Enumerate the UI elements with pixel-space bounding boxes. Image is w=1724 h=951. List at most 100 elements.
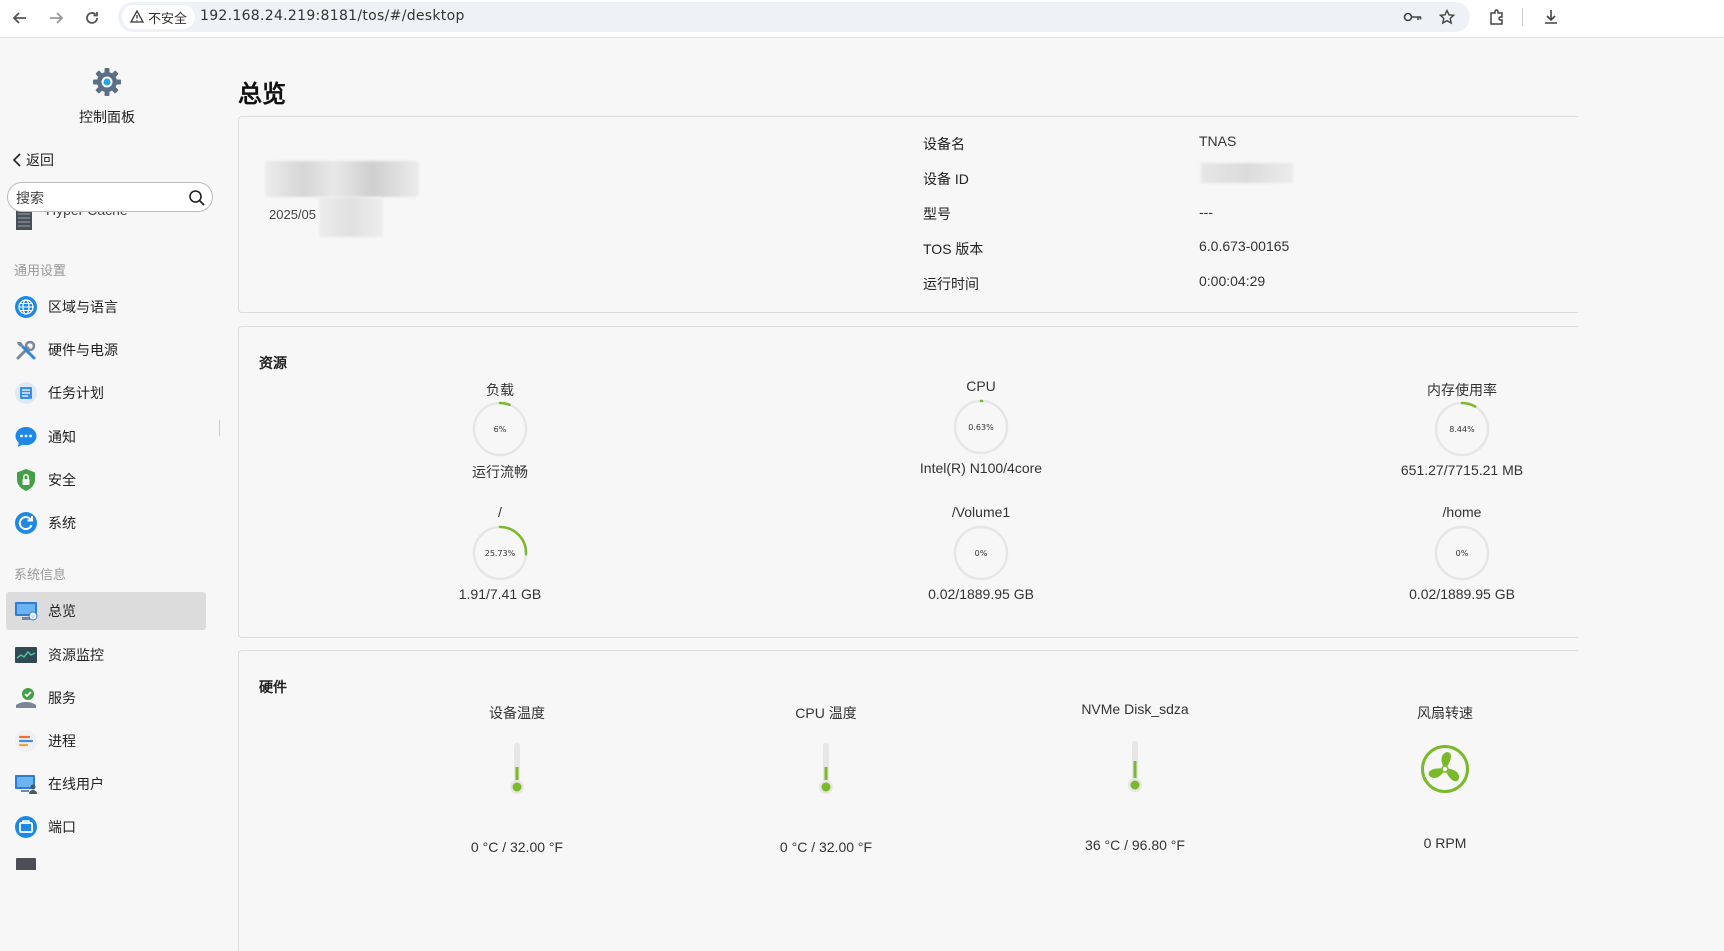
app-header: 控制面板 — [70, 66, 144, 127]
sidebar-item-label: 硬件与电源 — [48, 342, 118, 358]
sidebar-item-label: 总览 — [48, 603, 76, 619]
hardware-title: 硬件 — [259, 679, 287, 695]
hardware-card: 硬件 设备温度 0 °C / 32.00 °F CPU 温度 0 °C / 32… — [238, 650, 1578, 951]
gauge-value: 6% — [494, 425, 507, 434]
hw-value: 0 °C / 32.00 °F — [779, 839, 873, 855]
sidebar-item-process[interactable]: 进程 — [6, 722, 206, 760]
sidebar-item-next-partial[interactable] — [6, 850, 206, 870]
sidebar-item-hardware-power[interactable]: 硬件与电源 — [6, 331, 206, 369]
sidebar-item-security[interactable]: 安全 — [6, 461, 206, 499]
monitor-icon: i — [14, 599, 38, 623]
search-box[interactable] — [7, 182, 213, 212]
url-text[interactable]: 192.168.24.219:8181/tos/#/desktop — [200, 8, 465, 24]
sidebar-item-task-schedule[interactable]: 任务计划 — [6, 374, 206, 412]
key-icon[interactable] — [1402, 6, 1424, 28]
back-arrow-icon[interactable] — [6, 4, 34, 32]
folder-icon — [14, 850, 38, 870]
sidebar-item-label: 资源监控 — [48, 647, 104, 663]
reload-icon[interactable] — [78, 4, 106, 32]
sidebar-item-resource-monitor[interactable]: 资源监控 — [6, 636, 206, 674]
gauge-label: 负载 — [486, 382, 514, 398]
page-title: 总览 — [238, 81, 286, 108]
info-value-tos-version: 6.0.673-00165 — [1199, 238, 1290, 254]
gauge-memory: 内存使用率 8.44% 651.27/7715.21 MB — [1372, 380, 1552, 478]
gauge-value: 0% — [1456, 549, 1469, 558]
info-label-device-id: 设备 ID — [923, 171, 969, 187]
sidebar-item-services[interactable]: 服务 — [6, 679, 206, 717]
gauge-sub: 运行流畅 — [472, 464, 528, 480]
load-gauge: 6% — [472, 401, 528, 457]
forward-arrow-icon[interactable] — [42, 4, 70, 32]
chart-monitor-icon — [14, 643, 38, 667]
sidebar-item-label: 服务 — [48, 690, 76, 706]
resources-title: 资源 — [259, 355, 287, 371]
hw-label: NVMe Disk_sdza — [1081, 701, 1189, 717]
search-input[interactable] — [16, 188, 186, 208]
info-value-model: --- — [1199, 204, 1213, 220]
sidebar-item-online-users[interactable]: 在线用户 — [6, 765, 206, 803]
device-info-card: 2025/05 设备名 TNAS 设备 ID 型号 --- TOS 版本 6.0… — [238, 116, 1578, 313]
gauge-volume1: /Volume1 0% 0.02/1889.95 GB — [891, 504, 1071, 602]
root-disk-gauge: 25.73% — [472, 525, 528, 581]
sidebar: 控制面板 返回 Hyper Cache 通用设置 区域与语言 硬件与电源 任务计… — [0, 38, 220, 951]
security-chip[interactable]: 不安全 — [122, 5, 196, 29]
search-icon[interactable] — [188, 189, 206, 207]
gauge-sub: Intel(R) N100/4core — [919, 460, 1043, 476]
hw-label: 设备温度 — [489, 705, 545, 721]
thermometer-icon — [819, 743, 833, 794]
task-list-icon — [14, 381, 38, 405]
home-gauge: 0% — [1434, 525, 1490, 581]
hw-device-temp: 设备温度 0 °C / 32.00 °F — [427, 703, 607, 855]
info-value-device-name: TNAS — [1199, 133, 1237, 149]
gauge-label: / — [498, 504, 502, 520]
fan-icon — [1421, 745, 1469, 793]
gauge-cpu: CPU 0.63% Intel(R) N100/4core — [891, 378, 1071, 476]
server-icon — [16, 210, 32, 230]
section-label-sysinfo: 系统信息 — [14, 567, 67, 582]
gauge-sub: 0.02/1889.95 GB — [1409, 586, 1515, 602]
device-date: 2025/05 — [269, 207, 316, 222]
gauge-label: /Volume1 — [951, 504, 1011, 520]
sidebar-item-hyper-cache[interactable]: Hyper Cache — [14, 210, 128, 230]
hw-value: 36 °C / 96.80 °F — [1085, 837, 1185, 853]
star-icon[interactable] — [1436, 6, 1458, 28]
gauge-value: 0% — [975, 549, 988, 558]
back-button[interactable]: 返回 — [12, 150, 54, 170]
device-image-placeholder — [319, 197, 383, 237]
sidebar-item-label: 系统 — [48, 515, 76, 531]
cpu-gauge: 0.63% — [953, 399, 1009, 455]
sidebar-item-label: 任务计划 — [48, 385, 104, 401]
sidebar-item-notification[interactable]: 通知 — [6, 418, 206, 456]
sidebar-item-port[interactable]: 端口 — [6, 808, 206, 846]
gauge-label: 内存使用率 — [1427, 382, 1497, 398]
process-icon — [14, 729, 38, 753]
sidebar-item-label: 区域与语言 — [48, 299, 118, 315]
port-icon — [14, 815, 38, 839]
hw-nvme-temp: NVMe Disk_sdza 36 °C / 96.80 °F — [1045, 701, 1225, 853]
sidebar-item-label: Hyper Cache — [46, 210, 128, 218]
sidebar-item-overview[interactable]: i 总览 — [6, 592, 206, 630]
back-label: 返回 — [26, 152, 54, 168]
gauge-arc — [498, 401, 511, 407]
security-label: 不安全 — [148, 10, 188, 26]
browser-toolbar: 不安全 192.168.24.219:8181/tos/#/desktop — [0, 0, 1724, 38]
sidebar-item-label: 在线用户 — [48, 776, 104, 792]
extensions-icon[interactable] — [1484, 4, 1510, 30]
hw-value: 0 °C / 32.00 °F — [470, 839, 564, 855]
info-label-model: 型号 — [923, 206, 951, 222]
section-label-general: 通用设置 — [14, 263, 67, 278]
gauge-label: /home — [1442, 504, 1482, 520]
shield-icon — [14, 468, 38, 492]
thermometer-icon — [510, 743, 524, 794]
address-bar[interactable]: 不安全 192.168.24.219:8181/tos/#/desktop — [118, 2, 1470, 32]
volume1-gauge: 0% — [953, 525, 1009, 581]
sidebar-item-region-language[interactable]: 区域与语言 — [6, 288, 206, 326]
gauge-sub: 0.02/1889.95 GB — [928, 586, 1034, 602]
download-icon[interactable] — [1538, 4, 1564, 30]
sidebar-item-system[interactable]: 系统 — [6, 504, 206, 542]
gauge-home: /home 0% 0.02/1889.95 GB — [1372, 504, 1552, 602]
chevron-left-icon — [12, 153, 21, 167]
device-image-placeholder — [265, 161, 419, 197]
tools-icon — [14, 338, 38, 362]
sidebar-item-label: 进程 — [48, 733, 76, 749]
